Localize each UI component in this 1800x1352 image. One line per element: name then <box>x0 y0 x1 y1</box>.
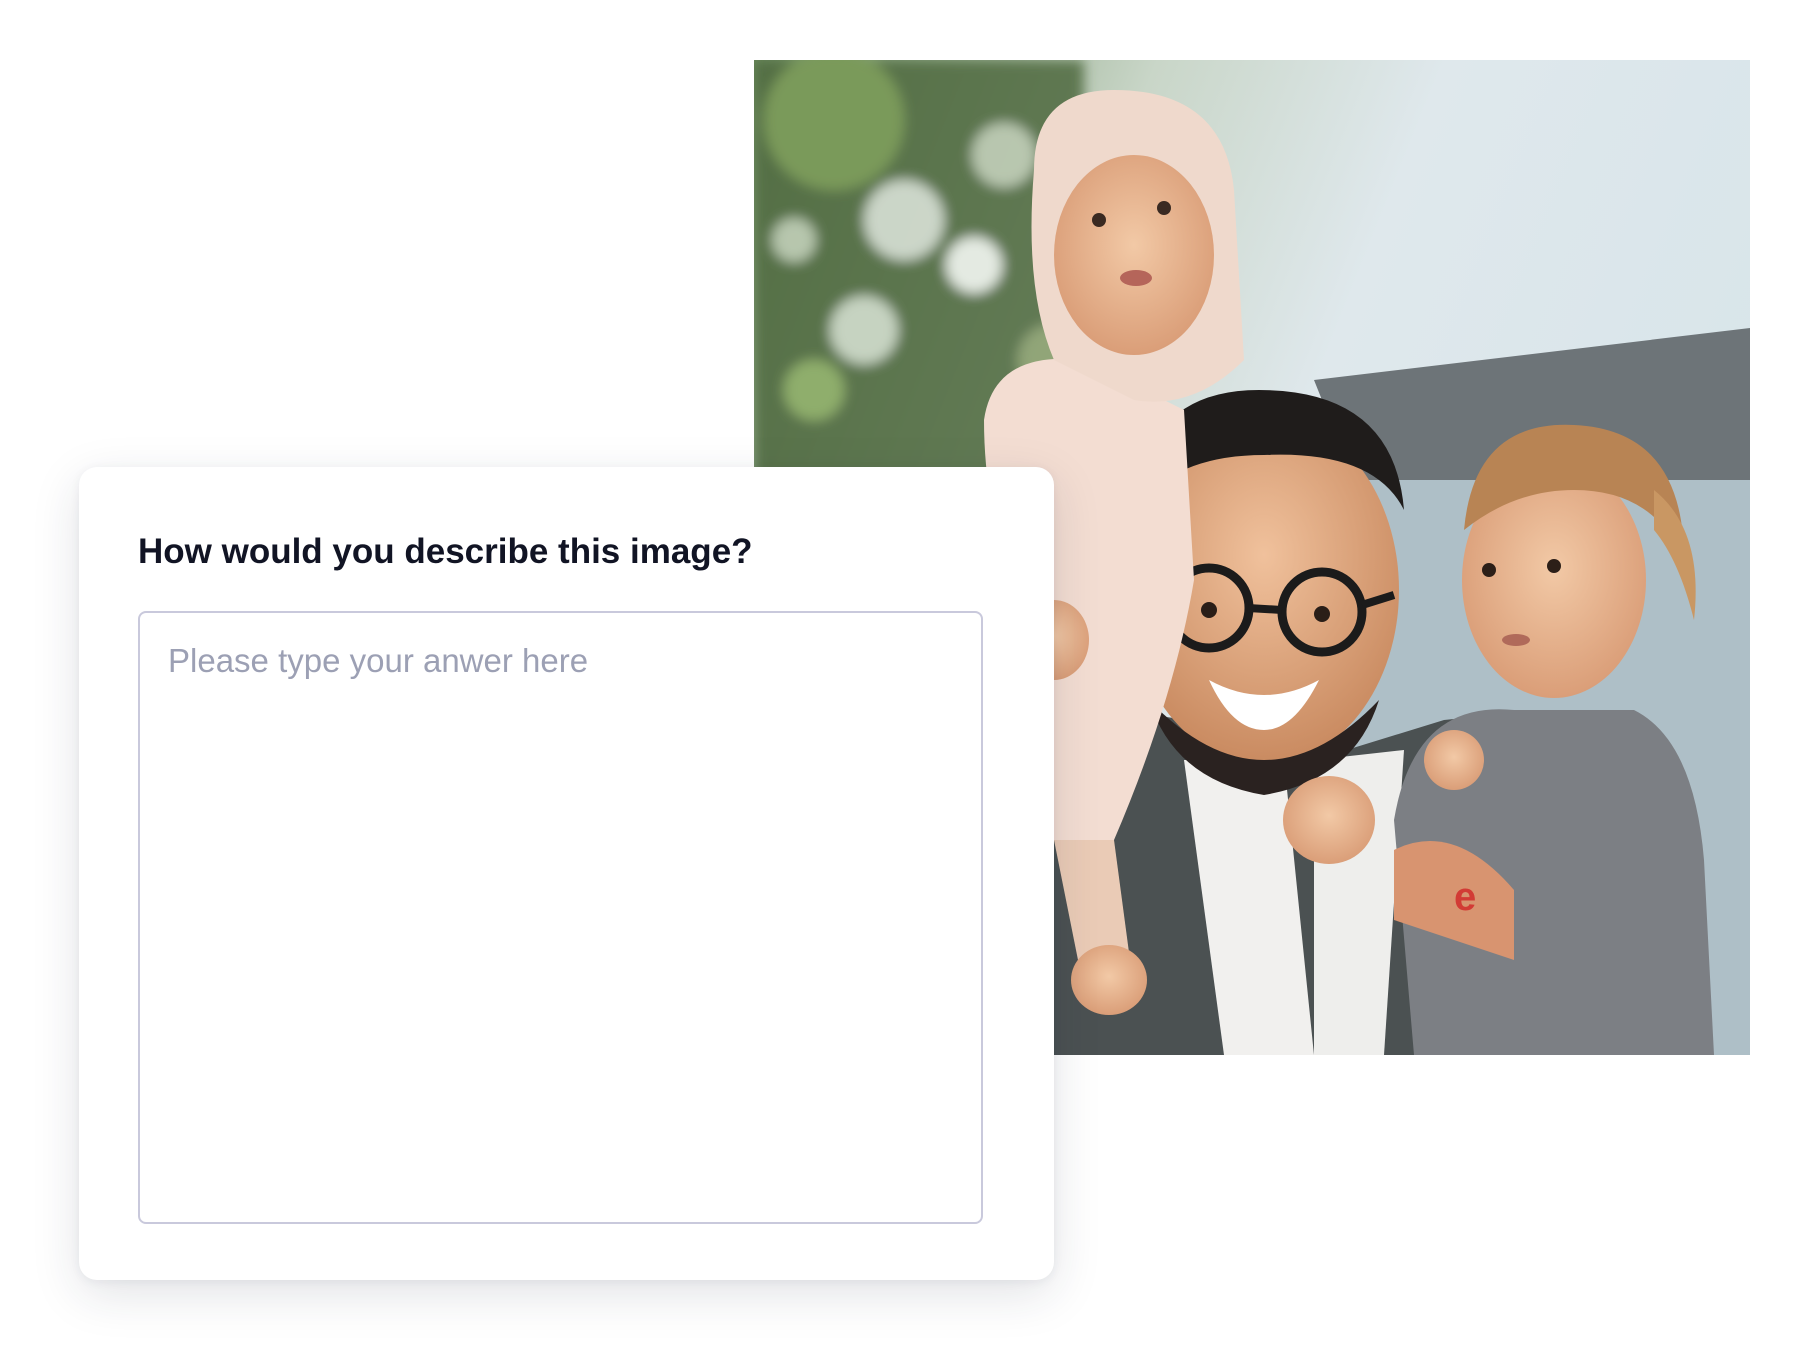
svg-text:e: e <box>1454 875 1476 919</box>
survey-stage: e How would you describe this image? <box>0 0 1800 1352</box>
question-label: How would you describe this image? <box>138 532 753 571</box>
question-card: How would you describe this image? <box>79 467 1054 1280</box>
answer-textarea[interactable] <box>138 611 983 1224</box>
